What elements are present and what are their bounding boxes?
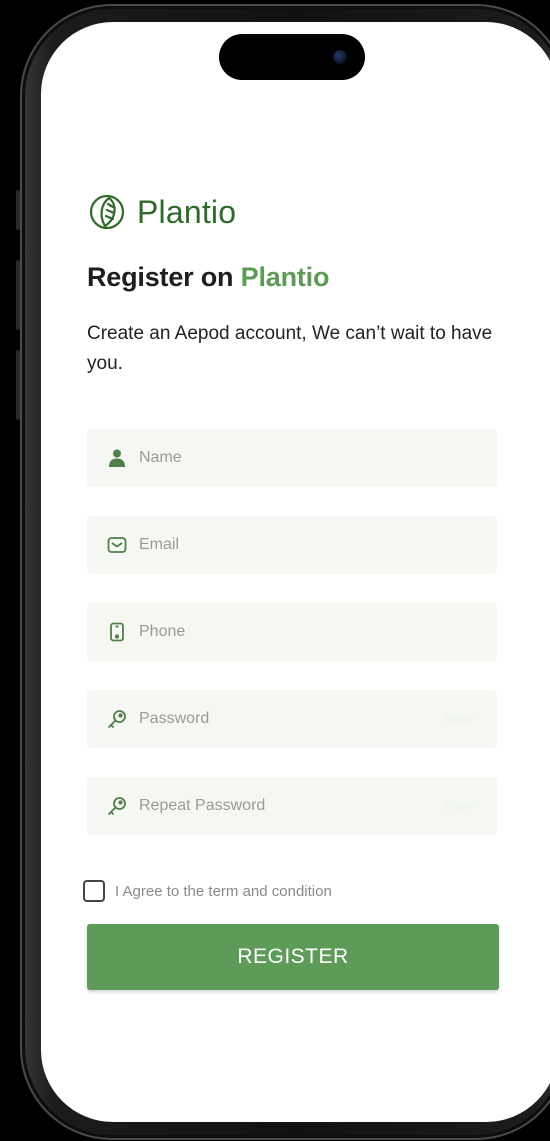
key-icon xyxy=(108,710,126,728)
register-button[interactable]: REGISTER xyxy=(87,924,499,990)
password-show-toggle[interactable]: Show xyxy=(443,712,473,726)
brand-name: Plantio xyxy=(137,193,237,230)
user-icon xyxy=(109,449,125,467)
repeat-password-show-toggle[interactable]: Show xyxy=(443,799,473,813)
phone-field[interactable] xyxy=(87,603,497,661)
app-screen: Plantio Register on Plantio Create an Ae… xyxy=(41,22,550,1122)
name-input[interactable] xyxy=(139,429,497,487)
dynamic-island xyxy=(219,34,365,80)
agree-checkbox[interactable] xyxy=(83,880,105,902)
phone-icon xyxy=(110,622,124,642)
brand-header: Plantio xyxy=(87,190,507,234)
side-button-volume-down xyxy=(16,350,20,420)
side-button-volume-up xyxy=(16,260,20,330)
phone-input[interactable] xyxy=(139,603,497,661)
mail-icon xyxy=(107,537,127,553)
page-title-accent: Plantio xyxy=(240,262,330,292)
page-title: Register on Plantio xyxy=(87,262,507,293)
agree-row[interactable]: I Agree to the term and condition xyxy=(83,880,332,902)
key-icon xyxy=(108,797,126,815)
email-input[interactable] xyxy=(139,516,497,574)
email-field[interactable] xyxy=(87,516,497,574)
camera-icon xyxy=(333,50,347,64)
page-title-prefix: Register on xyxy=(87,262,241,292)
name-field[interactable] xyxy=(87,429,497,487)
register-header: Plantio Register on Plantio Create an Ae… xyxy=(87,190,507,379)
password-field[interactable]: Show xyxy=(87,690,497,748)
device-stage: Plantio Register on Plantio Create an Ae… xyxy=(0,0,550,1141)
page-subtitle: Create an Aepod account, We can’t wait t… xyxy=(87,323,493,374)
leaf-logo-icon xyxy=(89,194,125,230)
agree-label[interactable]: I Agree to the term and condition xyxy=(115,883,332,900)
repeat-password-field[interactable]: Show xyxy=(87,777,497,835)
side-button-action xyxy=(16,190,20,230)
